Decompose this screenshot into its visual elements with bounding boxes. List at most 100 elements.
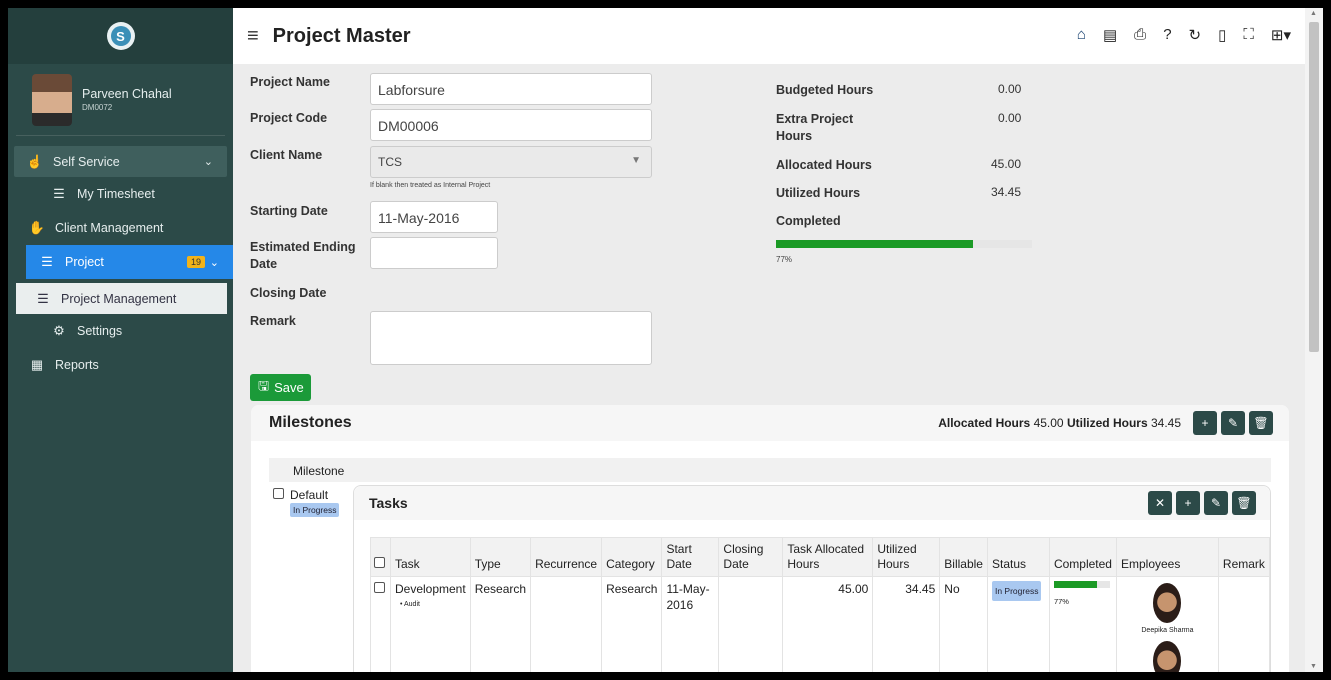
column-header: Status (986, 537, 1050, 577)
column-header: Start Date (661, 537, 720, 577)
status-badge: In Progress (991, 581, 1042, 601)
chevron-down-icon: ⌄ (203, 156, 213, 168)
milestone-actions: + ✎ 🗑 (1193, 411, 1273, 435)
completed-percent: 77% (776, 255, 793, 264)
project-name-field[interactable]: Labforsure (370, 73, 652, 105)
table-row[interactable]: Development • Audit Research Research 11… (370, 576, 1271, 672)
milestones-panel: Milestones Allocated Hours 45.00 Utilize… (251, 405, 1289, 672)
sidebar-item-project[interactable]: ☰ Project 19 ⌄ (26, 245, 233, 279)
home-icon[interactable]: ⌂ (1077, 26, 1086, 44)
start-date-cell: 11-May-2016 (661, 576, 720, 672)
task-actions: ✕ + ✎ 🗑 (1148, 491, 1256, 515)
close-tasks-button[interactable]: ✕ (1148, 491, 1172, 515)
tasks-title: Tasks (369, 495, 408, 511)
edit-task-button[interactable]: ✎ (1204, 491, 1228, 515)
table-icon: ▦ (30, 357, 44, 372)
remark-label: Remark (250, 314, 296, 328)
completed-cell: 77% (1048, 576, 1117, 672)
page-title: Project Master (272, 24, 411, 47)
utilized-label: Utilized Hours (1066, 416, 1148, 430)
row-checkbox[interactable] (374, 582, 385, 593)
save-button[interactable]: 🖫 Save (250, 374, 311, 401)
estimated-ending-date-label: Estimated Ending Date (250, 239, 356, 273)
edit-milestone-button[interactable]: ✎ (1221, 411, 1245, 435)
sidebar-item-self-service[interactable]: ☝ Self Service ⌄ (14, 146, 227, 177)
grid-menu-icon[interactable]: ⊞▾ (1271, 26, 1291, 44)
scrollbar-thumb[interactable] (1309, 22, 1319, 352)
sidebar-item-label: Settings (77, 324, 123, 338)
tasks-header: Tasks ✕ + ✎ 🗑 (354, 486, 1270, 520)
status-badge: In Progress (290, 503, 340, 517)
column-header: Utilized Hours (872, 537, 941, 577)
checklist-icon: ☰ (53, 186, 65, 201)
label-line: Date (250, 257, 278, 271)
utilized-hours-label: Utilized Hours (776, 186, 861, 200)
print-icon[interactable]: ⎙ (1134, 26, 1146, 44)
add-milestone-button[interactable]: + (1193, 411, 1217, 435)
remark-textarea[interactable] (370, 311, 652, 365)
user-code: DM0072 (82, 103, 113, 112)
sidebar-item-label: My Timesheet (77, 187, 155, 201)
budgeted-hours-value: 0.00 (998, 82, 1022, 96)
app-logo[interactable]: S (106, 22, 135, 50)
type-cell: Research (469, 576, 532, 672)
allocated-hours-cell: 45.00 (782, 576, 874, 672)
scroll-up-icon[interactable]: ▲ (1310, 10, 1317, 17)
milestone-row[interactable]: Default In Progress (273, 488, 340, 517)
count-badge: 19 (186, 256, 205, 268)
billable-cell: No (939, 576, 988, 672)
tasks-table: Task Type Recurrence Category Start Date… (370, 537, 1271, 672)
category-cell: Research (601, 576, 663, 672)
column-header: Remark (1217, 537, 1271, 577)
save-button-label: Save (274, 380, 304, 395)
sidebar-item-project-management[interactable]: ☰ Project Management (16, 283, 227, 314)
recurrence-cell (530, 576, 603, 672)
delete-milestone-button[interactable]: 🗑 (1249, 411, 1273, 435)
sidebar-item-client-management[interactable]: ✋ Client Management (8, 211, 233, 245)
delete-task-button[interactable]: 🗑 (1232, 491, 1256, 515)
starting-date-field[interactable]: 11-May-2016 (370, 201, 498, 233)
dropdown-arrow-icon: ▼ (631, 155, 641, 166)
column-header: Task Allocated Hours (782, 537, 874, 577)
gear-icon: ⚙ (53, 323, 65, 338)
fullscreen-icon[interactable]: ⛶ (1243, 26, 1254, 44)
utilized-value: 34.45 (1150, 416, 1181, 430)
column-header: Category (601, 537, 663, 577)
hamburger-icon[interactable]: ≡ (247, 25, 259, 48)
completed-label: Completed (776, 214, 841, 228)
add-task-button[interactable]: + (1176, 491, 1200, 515)
label-line: Estimated Ending (250, 240, 356, 254)
sidebar-header: S (8, 8, 233, 64)
tasks-panel: Tasks ✕ + ✎ 🗑 Task Type Recurrence Categ… (353, 485, 1271, 672)
estimated-ending-date-field[interactable] (370, 237, 498, 269)
employee-avatar (1153, 583, 1182, 623)
sidebar-item-reports[interactable]: ▦ Reports (8, 348, 233, 382)
project-code-field[interactable]: DM00006 (370, 109, 652, 141)
refresh-icon[interactable]: ↻ (1189, 26, 1202, 44)
copy-icon[interactable]: ▯ (1218, 26, 1226, 44)
help-icon[interactable]: ? (1163, 26, 1171, 44)
sidebar-item-settings[interactable]: ⚙ Settings (8, 314, 233, 348)
column-header: Closing Date (718, 537, 784, 577)
column-header: Billable (939, 537, 988, 577)
employee-name: Deepika Sharma (1141, 627, 1194, 634)
employees-cell: Deepika Sharma (1115, 576, 1219, 672)
sidebar-item-my-timesheet[interactable]: ☰ My Timesheet (8, 177, 233, 211)
column-header: Recurrence (530, 537, 603, 577)
row-select-cell (370, 576, 391, 672)
employee-avatar (1153, 641, 1182, 672)
scroll-down-icon[interactable]: ▼ (1310, 663, 1317, 670)
vertical-scrollbar[interactable]: ▲ ▼ (1305, 8, 1323, 672)
client-name-select[interactable]: TCS ▼ (370, 146, 652, 178)
select-all-checkbox[interactable] (374, 557, 385, 568)
user-profile[interactable]: Parveen Chahal DM0072 (16, 64, 225, 136)
task-name: Development (394, 582, 466, 596)
milestone-checkbox[interactable] (273, 488, 284, 499)
milestones-header: Milestones Allocated Hours 45.00 Utilize… (251, 405, 1289, 441)
chevron-down-icon: ⌄ (209, 256, 219, 269)
user-name: Parveen Chahal (82, 87, 172, 101)
column-header: Completed (1048, 537, 1117, 577)
pdf-icon[interactable]: ▤ (1103, 26, 1117, 44)
budgeted-hours-label: Budgeted Hours (776, 83, 874, 97)
status-cell: In Progress (986, 576, 1050, 672)
